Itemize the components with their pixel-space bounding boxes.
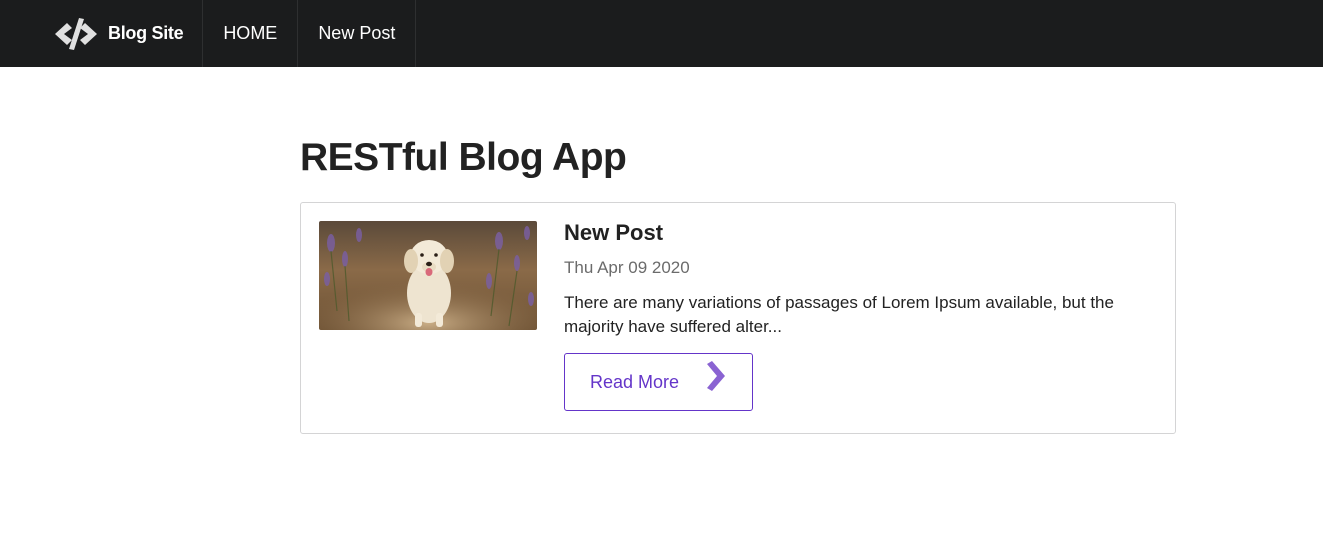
main-container: RESTful Blog App New Post Thu Apr 09 202… <box>300 134 1176 434</box>
read-more-button[interactable]: Read More <box>564 353 753 411</box>
brand-link[interactable]: Blog Site <box>0 0 204 67</box>
post-image[interactable] <box>319 221 537 330</box>
post-date: Thu Apr 09 2020 <box>564 258 690 277</box>
chevron-right-icon <box>707 361 725 391</box>
nav-item-home[interactable]: HOME <box>203 0 299 67</box>
read-more-label: Read More <box>590 371 680 392</box>
post-title[interactable]: New Post <box>564 219 1144 247</box>
post-content: New Post Thu Apr 09 2020 There are many … <box>564 219 1144 339</box>
brand-name: Blog Site <box>108 23 184 43</box>
code-icon <box>55 17 97 50</box>
top-navbar: Blog Site HOME New Post <box>0 0 1323 67</box>
post-excerpt: There are many variations of passages of… <box>564 293 1114 336</box>
nav-item-new-post[interactable]: New Post <box>298 0 417 67</box>
post-card: New Post Thu Apr 09 2020 There are many … <box>300 202 1176 434</box>
page-title: RESTful Blog App <box>300 136 627 179</box>
